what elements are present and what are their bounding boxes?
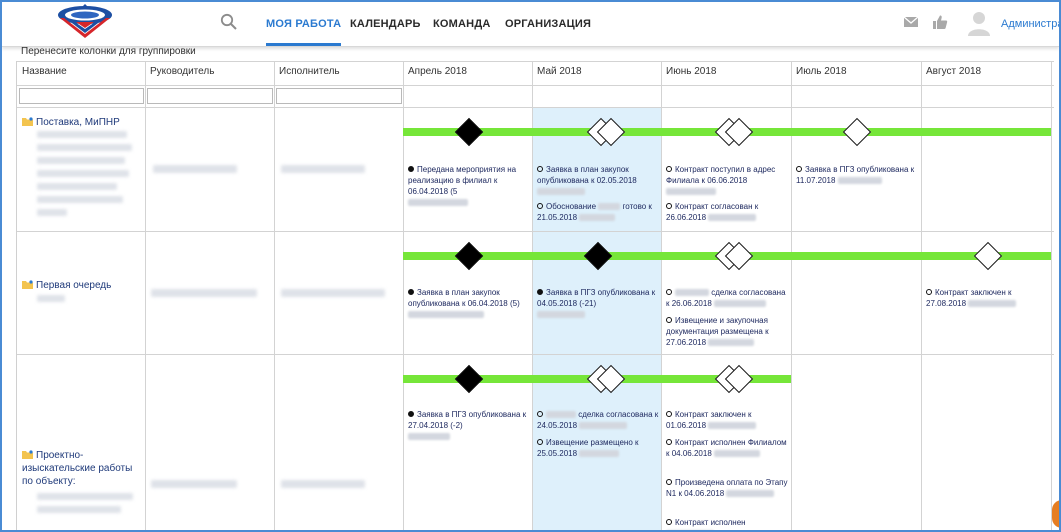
top-navigation-bar: МОЯ РАБОТА КАЛЕНДАРЬ КОМАНДА ОРГАНИЗАЦИЯ… [2, 2, 1059, 47]
user-name-link[interactable]: Администра [1001, 2, 1059, 46]
column-header-name[interactable]: Название [22, 66, 67, 77]
event-item[interactable]: Обоснование готово к 21.05.2018 [537, 201, 661, 223]
event-item[interactable]: сделка согласована к 24.05.2018 [537, 409, 661, 431]
column-header-jun-2018[interactable]: Июнь 2018 [666, 66, 716, 77]
row-title[interactable]: Проектно-изыскательские работы по объект… [22, 449, 134, 488]
milestone-filled[interactable] [454, 117, 484, 147]
app-window: МОЯ РАБОТА КАЛЕНДАРЬ КОМАНДА ОРГАНИЗАЦИЯ… [0, 0, 1061, 532]
event-item[interactable]: Извещение и закупочная документация разм… [666, 315, 790, 348]
event-item[interactable]: Контракт согласован к 26.06.2018 [666, 201, 790, 223]
event-item[interactable]: Заявка в план закупок опубликована к 02.… [537, 164, 661, 197]
column-header-aug-2018[interactable]: Август 2018 [926, 66, 981, 77]
row-title[interactable]: Поставка, МиПНР [22, 116, 140, 129]
event-item[interactable]: Произведена оплата по Этапу N1 к 04.06.2… [666, 477, 790, 499]
folder-icon [22, 280, 33, 289]
milestone-filled[interactable] [454, 364, 484, 394]
column-header-apr-2018[interactable]: Апрель 2018 [408, 66, 467, 77]
column-header-jul-2018[interactable]: Июль 2018 [796, 66, 847, 77]
column-header-may-2018[interactable]: Май 2018 [537, 66, 582, 77]
event-item[interactable]: Заявка в ПГЗ опубликована к 11.07.2018 [796, 164, 920, 186]
group-by-hint: Перенесите колонки для группировки [21, 46, 196, 57]
milestone-filled[interactable] [454, 241, 484, 271]
event-item[interactable]: Передана мероприятия на реализацию в фил… [408, 164, 532, 208]
event-item[interactable]: Заявка в ПГЗ опубликована к 27.04.2018 (… [408, 409, 532, 442]
event-item[interactable]: Контракт исполнен [666, 517, 790, 530]
event-item[interactable]: Заявка в план закупок опубликована к 06.… [408, 287, 532, 320]
event-item[interactable]: Контракт заключен к 27.08.2018 [926, 287, 1050, 309]
nav-tab-team[interactable]: КОМАНДА [433, 2, 491, 46]
thumbs-up-icon[interactable] [932, 14, 948, 30]
scroll-handle[interactable] [1052, 500, 1059, 528]
event-item[interactable]: Заявка в ПГЗ опубликована к 04.05.2018 (… [537, 287, 661, 320]
logo-emblem[interactable] [54, 4, 116, 42]
event-item[interactable]: Контракт поступил в адрес Филиала к 06.0… [666, 164, 790, 197]
nav-tab-calendar[interactable]: КАЛЕНДАРЬ [350, 2, 421, 46]
row-title[interactable]: Первая очередь [22, 279, 140, 292]
event-item[interactable]: Контракт исполнен Филиалом к 04.06.2018 [666, 437, 790, 459]
folder-icon [22, 117, 33, 126]
avatar-icon[interactable] [967, 10, 991, 36]
event-item[interactable]: Контракт заключен к 01.06.2018 [666, 409, 790, 431]
column-header-manager[interactable]: Руководитель [150, 66, 214, 77]
event-item[interactable]: сделка согласована к 26.06.2018 [666, 287, 790, 309]
filter-manager-input[interactable] [147, 88, 273, 104]
gantt-grid: Название Руководитель Исполнитель Апрель… [16, 61, 1054, 530]
milestone-open[interactable] [842, 117, 872, 147]
filter-executor-input[interactable] [276, 88, 402, 104]
folder-icon [22, 450, 33, 459]
event-item[interactable]: Извещение размещено к 25.05.2018 [537, 437, 661, 459]
mail-icon[interactable] [903, 14, 919, 30]
milestone-open[interactable] [973, 241, 1003, 271]
filter-name-input[interactable] [19, 88, 144, 104]
nav-tab-organization[interactable]: ОРГАНИЗАЦИЯ [505, 2, 591, 46]
nav-tab-my-work[interactable]: МОЯ РАБОТА [266, 2, 342, 46]
search-icon[interactable] [220, 13, 238, 31]
column-header-executor[interactable]: Исполнитель [279, 66, 340, 77]
